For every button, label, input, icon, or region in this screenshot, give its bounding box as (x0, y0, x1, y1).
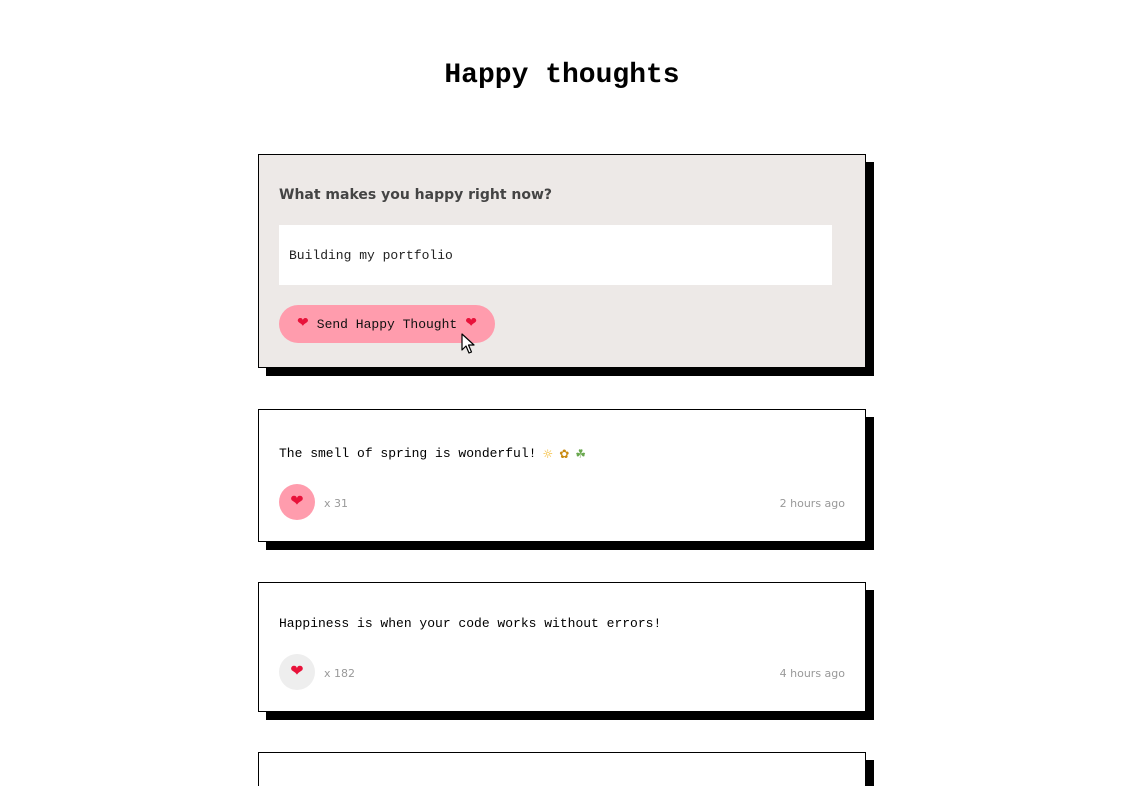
thought-input[interactable] (279, 225, 832, 285)
send-button-label: Send Happy Thought (316, 316, 458, 332)
thought-message: The smell of spring is wonderful! (279, 446, 537, 461)
like-count: x 31 (324, 497, 349, 510)
like-count: x 182 (324, 667, 356, 680)
thought-message-row: The smell of spring is wonderful! ☼ ✿ ☘ (279, 446, 586, 461)
heart-icon: ❤ (290, 493, 304, 510)
heart-icon: ❤ (297, 316, 309, 332)
heart-icon: ❤ (465, 316, 477, 332)
thought-form: What makes you happy right now? ❤ Send H… (258, 154, 866, 368)
like-button[interactable]: ❤ (279, 484, 315, 520)
time-ago: 4 hours ago (779, 667, 845, 680)
mouse-cursor-icon (461, 333, 475, 354)
like-button[interactable]: ❤ (279, 654, 315, 690)
sunflower-emoji-icon: ✿ (559, 446, 570, 461)
thought-card: Happiness is when your code works withou… (258, 582, 866, 712)
herb-emoji-icon: ☘ (575, 446, 587, 461)
time-ago: 2 hours ago (779, 497, 845, 510)
thought-message: Happiness is when your code works withou… (279, 616, 662, 631)
thought-card (258, 752, 866, 786)
page-title: Happy thoughts (444, 60, 680, 91)
form-label: What makes you happy right now? (279, 187, 553, 203)
thought-card: The smell of spring is wonderful! ☼ ✿ ☘ … (258, 409, 866, 542)
sun-emoji-icon: ☼ (542, 446, 554, 461)
heart-icon: ❤ (290, 663, 304, 680)
thought-message-row: Happiness is when your code works withou… (279, 616, 661, 631)
